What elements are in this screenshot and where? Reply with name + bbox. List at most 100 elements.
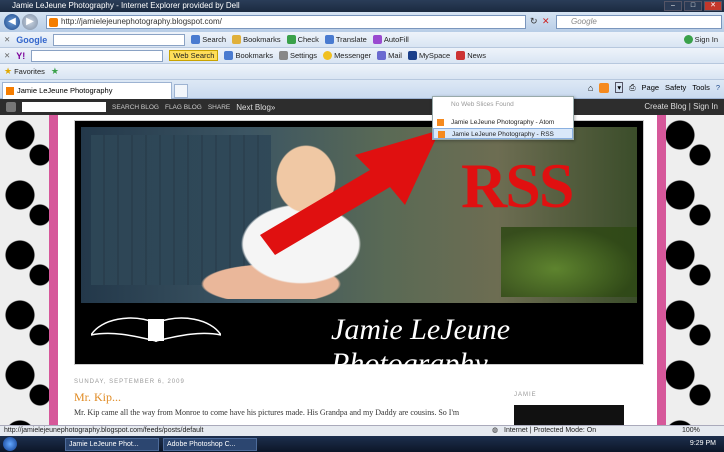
rss-feed-item[interactable]: Jamie LeJeune Photography - RSS [433,128,573,139]
page-menu[interactable]: Page [642,83,660,92]
blogger-icon [49,18,58,27]
pink-border-left [49,115,58,425]
add-favorite-icon[interactable]: ★ [51,66,59,77]
google-logo: Google [16,34,48,45]
print-icon[interactable]: ⎙ [629,83,635,93]
google-autofill-button[interactable]: AutoFill [372,35,409,44]
post-title[interactable]: Mr. Kip... [74,390,121,405]
sidebar-heading: JAMIE [514,392,537,398]
rss-annotation: RSS [461,150,574,221]
rss-icon [438,131,445,138]
search-blog-button[interactable]: SEARCH BLOG [112,104,159,111]
help-icon[interactable]: ? [716,83,720,92]
google-sign-in-button[interactable]: Sign In [683,35,718,44]
user-icon [683,35,693,44]
status-url: http://jamielejeunephotography.blogspot.… [4,427,204,434]
create-blog-sign-in-link[interactable]: Create Blog | Sign In [644,99,718,115]
red-arrow-annotation [260,130,440,255]
translate-icon [324,35,334,44]
yahoo-mail-button[interactable]: Mail [377,51,402,60]
tools-menu[interactable]: Tools [692,83,710,92]
share-button[interactable]: SHARE [208,104,230,111]
blogger-navbar: SEARCH BLOG FLAG BLOG SHARE Next Blog» C… [0,99,724,115]
command-bar: ⌂ ▾ ⎙ Page Safety Tools ? [588,82,720,93]
tab-blog[interactable]: Jamie LeJeune Photography [2,82,172,99]
yahoo-toolbar: ✕ Y! Web Search Bookmarks Settings Messe… [0,48,724,64]
post-date: SUNDAY, SEPTEMBER 6, 2009 [74,379,185,385]
address-bar[interactable]: http://jamielejeunephotography.blogspot.… [46,15,526,29]
clock: 9:29 PM [689,440,716,447]
mail-icon [377,51,387,60]
security-zone[interactable]: Internet | Protected Mode: On [504,426,596,436]
status-bar: http://jamielejeunephotography.blogspot.… [0,425,724,436]
messenger-icon [323,51,333,60]
google-bookmarks-button[interactable]: Bookmarks [232,35,281,44]
stop-icon[interactable]: ✕ [542,16,550,27]
google-search-input[interactable] [53,33,186,46]
rss-feed-button[interactable] [599,82,610,93]
myspace-button[interactable]: MySpace [407,51,450,60]
close-window-button[interactable]: ✕ [704,1,722,11]
close-yahoo-toolbar-icon[interactable]: ✕ [4,51,10,60]
yahoo-bookmarks-button[interactable]: Bookmarks [224,51,273,60]
zoom-level[interactable]: 100% [682,426,700,436]
flag-blog-button[interactable]: FLAG BLOG [165,104,202,111]
google-toolbar: ✕ Google Search Bookmarks Check Translat… [0,32,724,48]
gear-icon [278,51,288,60]
header-logo-strip: Jamie LeJeune Photography [81,309,637,380]
google-translate-button[interactable]: Translate [324,35,367,44]
yahoo-messenger-button[interactable]: Messenger [323,51,371,60]
tab-label: Jamie LeJeune Photography [17,86,113,95]
sidebar-profile-image[interactable] [514,405,624,425]
news-icon [456,51,466,60]
window-title: Jamie LeJeune Photography - Internet Exp… [12,1,240,10]
refresh-icon[interactable]: ↻ [530,16,538,27]
yahoo-news-button[interactable]: News [456,51,486,60]
next-blog-link[interactable]: Next Blog» [236,103,275,112]
feed-dropdown-menu: No Web Slices Found Jamie LeJeune Photog… [432,96,574,140]
bookmark-icon [224,51,234,60]
post-body: Mr. Kip came all the way from Monroe to … [74,408,460,417]
rss-icon [437,119,444,126]
taskbar: Jamie LeJeune Phot... Adobe Photoshop C.… [0,436,724,452]
google-search-button[interactable]: Search [191,35,226,44]
atom-feed-item[interactable]: Jamie LeJeune Photography - Atom [433,117,573,128]
pink-border-right [657,115,666,425]
favorites-button[interactable]: ★ Favorites [4,66,45,77]
star-icon: ★ [4,66,13,76]
blog-title: Jamie LeJeune Photography [331,313,511,380]
start-button[interactable] [3,437,17,451]
plants [501,227,637,297]
blogger-icon [6,87,14,95]
search-input[interactable]: Google [556,15,722,29]
check-icon [286,35,296,44]
search-icon [191,35,201,44]
safety-menu[interactable]: Safety [665,83,686,92]
minimize-button[interactable]: – [664,1,682,11]
no-web-slices-item: No Web Slices Found [451,101,514,108]
star-icon [232,35,242,44]
yahoo-logo: Y! [16,50,26,61]
winged-crest-icon [91,317,221,342]
back-button[interactable]: ◀ [4,14,20,30]
globe-icon: ◍ [492,427,499,434]
forward-button[interactable]: ▶ [22,14,38,30]
blogger-icon[interactable] [6,102,16,112]
blog-search-input[interactable] [22,102,106,112]
web-search-button[interactable]: Web Search [169,50,219,61]
yahoo-settings-button[interactable]: Settings [278,51,317,60]
home-icon[interactable]: ⌂ [588,83,593,93]
maximize-button[interactable]: □ [684,1,702,11]
close-toolbar-icon[interactable]: ✕ [4,35,10,44]
address-url: http://jamielejeunephotography.blogspot.… [61,17,222,26]
yahoo-search-input[interactable] [31,49,164,62]
myspace-icon [407,51,417,60]
taskbar-photoshop-button[interactable]: Adobe Photoshop C... [163,437,257,451]
autofill-icon [372,35,382,44]
new-tab-button[interactable] [174,84,188,98]
favorites-bar: ★ Favorites ★ [0,64,724,80]
feed-dropdown-arrow[interactable]: ▾ [615,82,624,93]
google-check-button[interactable]: Check [286,35,319,44]
window-title-bar: Jamie LeJeune Photography - Internet Exp… [0,0,724,12]
taskbar-ie-button[interactable]: Jamie LeJeune Phot... [65,437,159,451]
